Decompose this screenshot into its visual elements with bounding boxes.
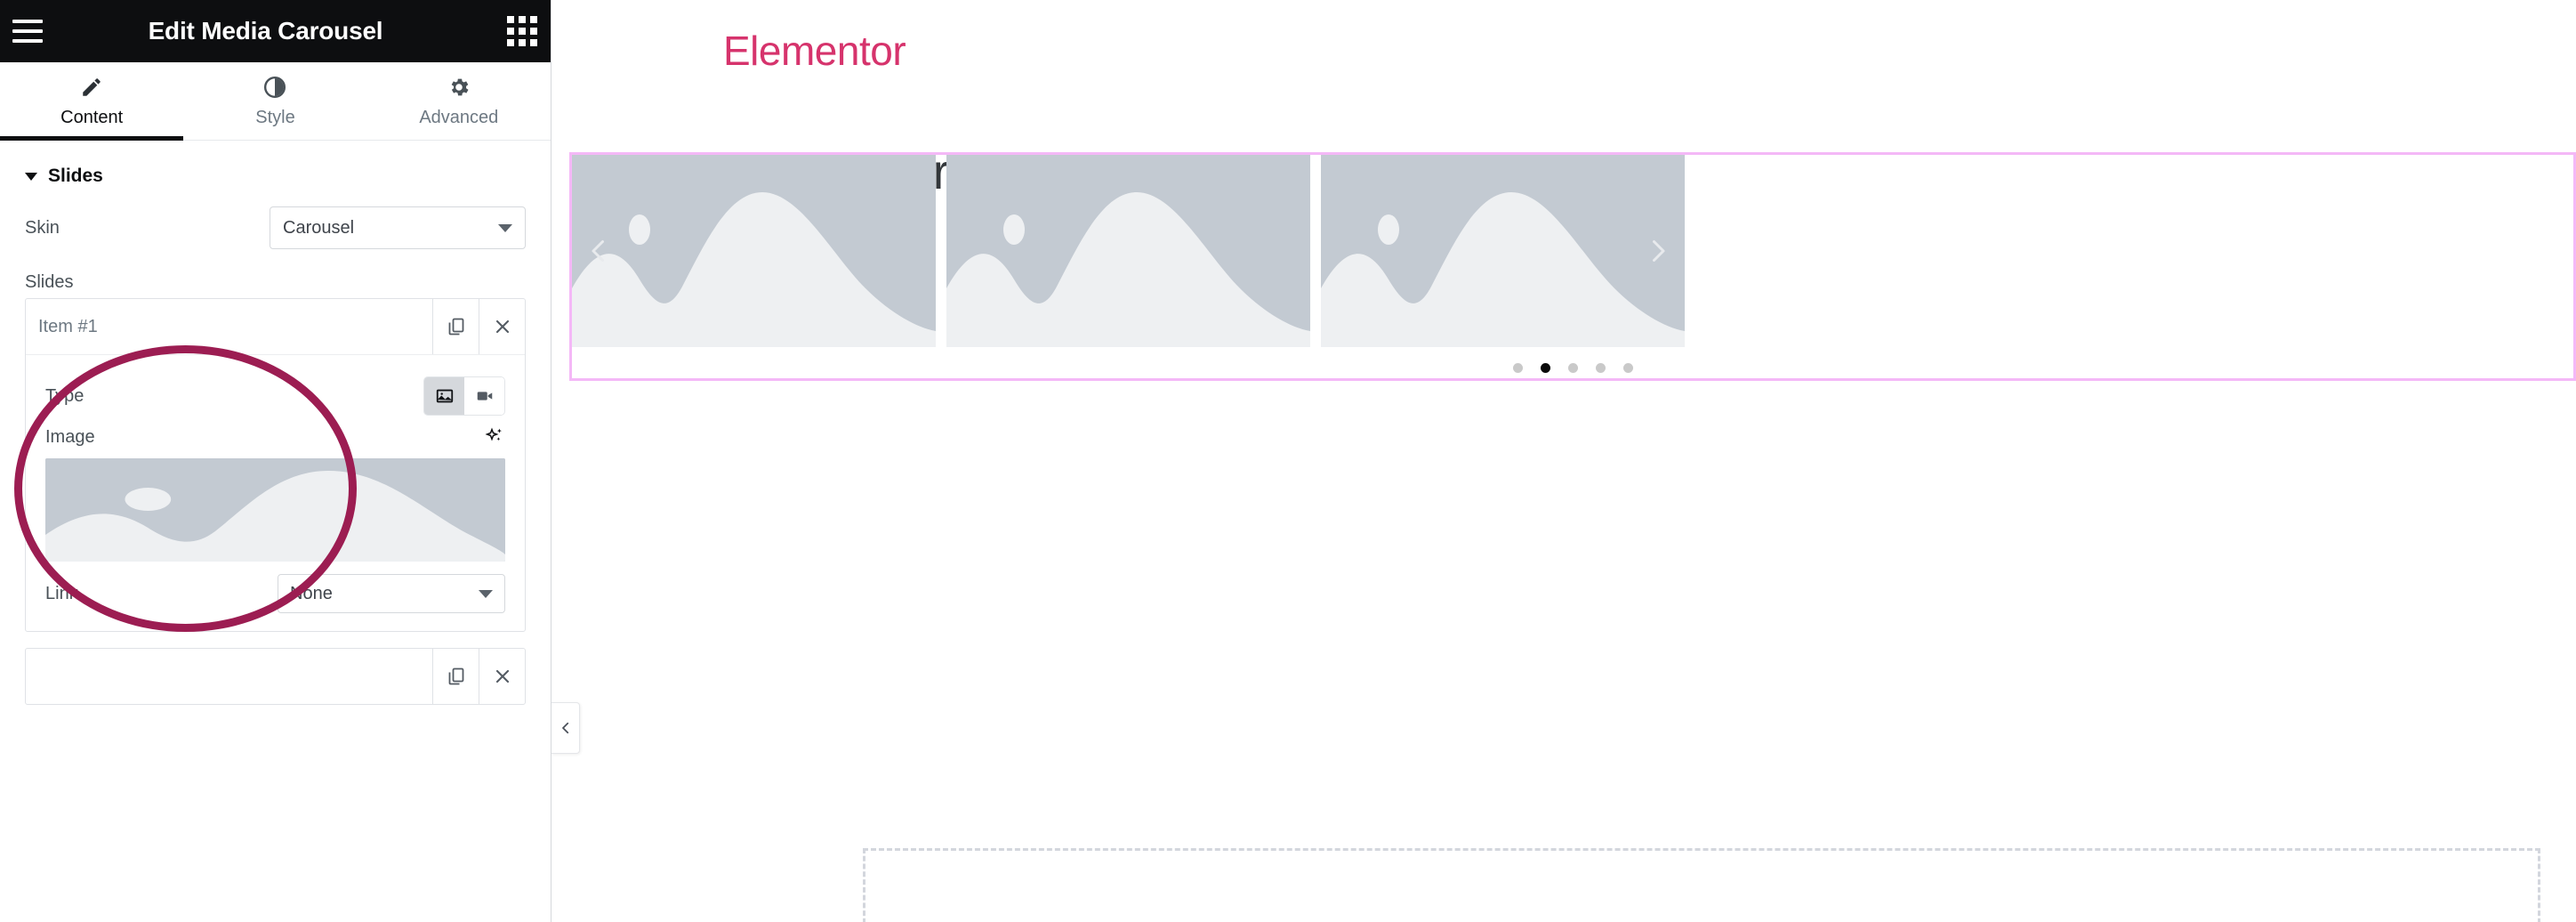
panel-header: Edit Media Carousel <box>0 0 551 62</box>
tab-advanced[interactable]: Advanced <box>367 62 551 140</box>
video-camera-icon <box>475 386 495 406</box>
pencil-icon <box>80 75 103 100</box>
image-preview[interactable] <box>45 458 505 562</box>
carousel-dot[interactable] <box>1540 363 1550 373</box>
type-label: Type <box>45 385 85 406</box>
repeater-item <box>25 648 526 705</box>
carousel-track <box>572 155 2573 347</box>
carousel-pagination <box>572 363 2573 373</box>
apps-grid-glyph <box>507 16 537 46</box>
chevron-down-icon <box>25 172 37 181</box>
drop-zone-area[interactable] <box>863 848 2540 922</box>
carousel-slide[interactable] <box>572 155 936 347</box>
carousel-dot[interactable] <box>1622 363 1633 373</box>
repeater-item-body: Type Image Link None <box>26 354 525 631</box>
copy-icon <box>446 666 467 687</box>
chevron-down-icon <box>479 589 493 598</box>
repeater-item-title[interactable] <box>26 649 432 704</box>
control-type: Type <box>26 364 525 419</box>
skin-select[interactable]: Carousel <box>270 206 526 249</box>
contrast-circle-icon <box>263 75 286 100</box>
link-label: Link <box>45 583 78 603</box>
sparkle-ai-icon[interactable] <box>484 426 505 448</box>
carousel-slide[interactable] <box>1321 155 1685 347</box>
apps-grid-icon[interactable] <box>494 0 551 62</box>
remove-item-button[interactable] <box>479 649 525 704</box>
section-slides-title: Slides <box>48 166 103 186</box>
remove-item-button[interactable] <box>479 299 525 354</box>
link-select-value: None <box>290 583 333 603</box>
skin-label: Skin <box>25 217 60 238</box>
link-select[interactable]: None <box>278 574 505 613</box>
repeater-item-title[interactable]: Item #1 <box>26 299 432 354</box>
carousel-next-arrow[interactable] <box>1642 235 1674 267</box>
collapse-panel-button[interactable] <box>551 702 580 754</box>
image-icon <box>435 386 455 406</box>
site-brand-title: Elementor <box>723 28 906 74</box>
repeater-item-header[interactable]: Item #1 <box>26 299 525 354</box>
slides-label: Slides <box>25 272 74 292</box>
carousel-prev-arrow[interactable] <box>583 235 615 267</box>
tab-content[interactable]: Content <box>0 62 184 141</box>
panel-tabs: Content Style Advanced <box>0 62 551 141</box>
control-skin: Skin Carousel <box>0 196 551 260</box>
repeater-item-header[interactable] <box>26 649 525 704</box>
skin-select-value: Carousel <box>283 217 355 238</box>
tab-style[interactable]: Style <box>183 62 366 140</box>
slide-placeholder-graphic <box>1321 155 1685 347</box>
slides-repeater: Item #1 Type Image Link None <box>25 298 526 705</box>
copy-icon <box>446 316 467 337</box>
control-link: Link None <box>26 562 525 617</box>
carousel-dot[interactable] <box>1512 363 1523 373</box>
close-x-icon <box>492 316 513 337</box>
editor-panel: Edit Media Carousel Content Style Advanc… <box>0 0 551 922</box>
image-placeholder-graphic <box>45 458 505 562</box>
panel-title: Edit Media Carousel <box>148 17 383 44</box>
carousel-dot[interactable] <box>1567 363 1578 373</box>
tab-style-label: Style <box>255 107 295 127</box>
section-slides-header[interactable]: Slides <box>0 141 551 196</box>
duplicate-item-button[interactable] <box>432 649 479 704</box>
type-image-button[interactable] <box>424 377 464 415</box>
tab-advanced-label: Advanced <box>419 107 499 127</box>
type-toggle-group <box>423 376 505 416</box>
slide-placeholder-graphic <box>572 155 936 347</box>
close-x-icon <box>492 666 513 687</box>
type-video-button[interactable] <box>464 377 504 415</box>
panel-body: Slides Skin Carousel Slides Item #1 Type… <box>0 141 551 922</box>
slide-placeholder-graphic <box>946 155 1310 347</box>
gear-icon <box>447 75 471 100</box>
preview-canvas: Elementor Media Carousel <box>551 0 2576 922</box>
carousel-dot[interactable] <box>1595 363 1606 373</box>
image-label: Image <box>45 426 95 447</box>
media-carousel-widget[interactable] <box>569 152 2576 381</box>
tab-content-label: Content <box>60 107 124 127</box>
chevron-down-icon <box>498 223 512 232</box>
repeater-item: Item #1 Type Image Link None <box>25 298 526 632</box>
control-image: Image <box>26 419 525 453</box>
duplicate-item-button[interactable] <box>432 299 479 354</box>
chevron-left-icon <box>558 720 574 736</box>
carousel-slide[interactable] <box>946 155 1310 347</box>
